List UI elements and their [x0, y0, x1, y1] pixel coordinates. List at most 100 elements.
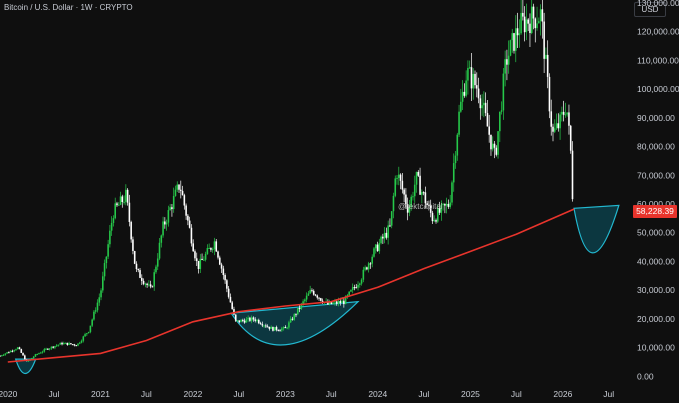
candle-body	[270, 326, 272, 329]
candle-body	[38, 353, 40, 355]
candle-body	[343, 300, 345, 305]
candle-body	[236, 320, 239, 322]
candle-body	[320, 298, 322, 301]
candle-body	[183, 195, 186, 206]
candle-body	[185, 205, 187, 216]
candle-body	[206, 248, 209, 254]
price-chart[interactable]: 130,000.00 120,000.00 110,000.00 100,000.00…	[0, 0, 679, 403]
candle-body	[259, 323, 262, 325]
candle-body	[222, 268, 225, 276]
candle-body	[431, 212, 434, 222]
candle-body	[231, 302, 233, 310]
candle-body	[534, 18, 537, 29]
candle-body	[66, 342, 69, 345]
candle-body	[456, 134, 459, 156]
candle-body	[474, 73, 476, 86]
candle-body	[117, 204, 120, 206]
candle-body	[399, 174, 402, 181]
candle-body	[296, 307, 299, 315]
candle-body	[257, 319, 260, 324]
candle-body	[417, 171, 420, 176]
candle-body	[380, 236, 382, 244]
candle-body	[2, 354, 5, 356]
candle-body	[421, 192, 423, 195]
x-tick-label: Jul	[141, 389, 152, 399]
candle-body	[126, 189, 129, 203]
candle-body	[334, 301, 336, 303]
candle-body	[16, 347, 19, 350]
candle-body	[483, 102, 485, 106]
candle-body	[559, 114, 561, 129]
x-tick-label: 2026	[553, 389, 572, 399]
candle-body	[527, 19, 529, 24]
candle-body	[419, 175, 421, 195]
candle-body	[132, 239, 134, 252]
candle-body	[486, 113, 489, 127]
candle-body	[412, 196, 414, 198]
candle-body	[479, 98, 482, 109]
candle-body	[82, 336, 85, 341]
candle-body	[538, 21, 540, 24]
candle-body	[233, 309, 235, 315]
candle-body	[502, 73, 505, 111]
candle-body	[123, 201, 125, 203]
candle-body	[555, 123, 558, 129]
candle-body	[516, 28, 519, 36]
candle-body	[45, 348, 47, 350]
candle-body	[247, 317, 249, 320]
candle-body	[569, 125, 572, 151]
candle-body	[348, 291, 350, 295]
watermark: @rektcapital	[398, 202, 443, 211]
candle-body	[153, 272, 156, 287]
candle-body	[539, 9, 542, 22]
candle-body	[210, 247, 212, 250]
x-tick-label: 2025	[461, 389, 480, 399]
candle-body	[477, 88, 480, 99]
x-tick-label: 2020	[0, 389, 18, 399]
candle-body	[165, 222, 168, 225]
candle-body	[523, 16, 526, 33]
candle-body	[511, 33, 514, 41]
candle-body	[80, 340, 83, 343]
x-tick-label: Jul	[48, 389, 59, 399]
candle-body	[564, 114, 567, 116]
candle-body	[52, 346, 54, 348]
projection-arc	[230, 300, 360, 346]
candle-body	[351, 287, 354, 290]
candle-body	[481, 105, 483, 109]
candle-body	[220, 264, 223, 269]
candle-body	[140, 277, 143, 281]
candle-body	[176, 184, 179, 190]
candle-body	[277, 329, 280, 331]
candle-body	[188, 220, 191, 228]
candle-body	[491, 143, 494, 150]
candle-body	[109, 230, 111, 245]
candle-body	[9, 350, 12, 353]
x-tick-label: Jul	[418, 389, 429, 399]
y-tick-label: 50,000.00	[637, 228, 675, 238]
candle-body	[385, 232, 388, 238]
candles	[0, 0, 574, 362]
candle-body	[128, 202, 131, 222]
candle-body	[102, 276, 104, 291]
candle-body	[367, 263, 370, 270]
candle-body	[139, 270, 141, 278]
projection-arcs	[14, 204, 620, 375]
candle-body	[545, 54, 547, 59]
candle-body	[0, 355, 3, 357]
y-tick-label: 0.00	[637, 371, 654, 381]
candle-body	[364, 267, 366, 270]
candle-body	[369, 263, 372, 265]
candle-body	[525, 19, 528, 33]
candle-body	[194, 251, 196, 259]
candle-body	[272, 326, 274, 331]
candle-body	[484, 102, 487, 114]
candle-body	[208, 247, 210, 249]
candle-body	[160, 235, 163, 243]
candle-body	[103, 263, 106, 277]
x-tick-label: Jul	[233, 389, 244, 399]
candle-body	[394, 178, 397, 196]
candle-body	[500, 110, 503, 112]
candle-body	[318, 297, 320, 299]
candle-body	[451, 182, 453, 203]
